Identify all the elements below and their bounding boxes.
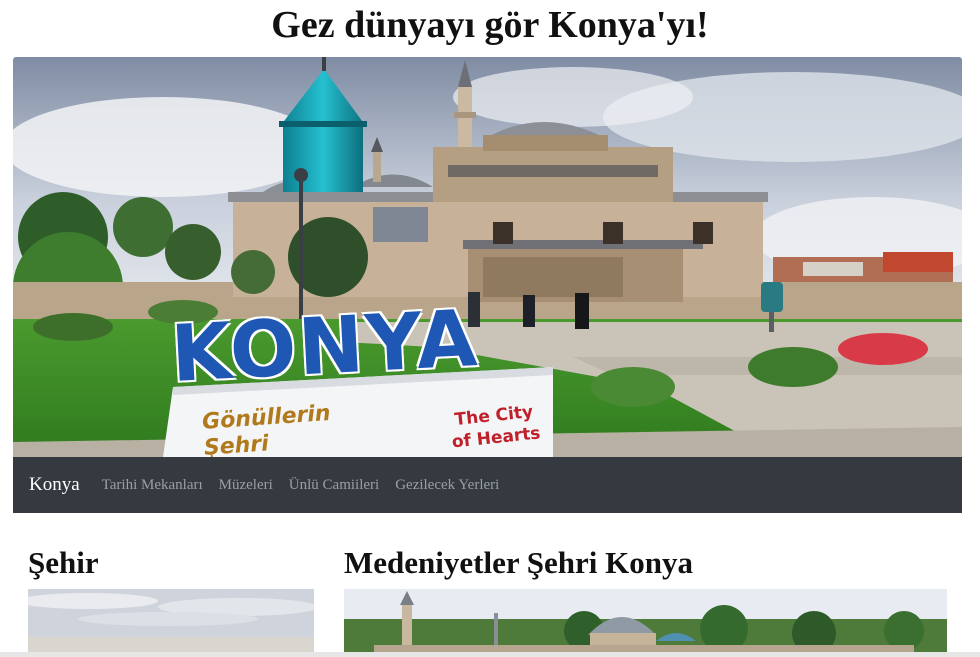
section-title-medeniyetler: Medeniyetler Şehri Konya [344, 545, 693, 580]
horizontal-scrollbar[interactable] [0, 652, 980, 657]
navbar-brand[interactable]: Konya [29, 474, 80, 496]
nav-link-tarihi-mekanlari[interactable]: Tarihi Mekanları [102, 477, 203, 494]
page-title: Gez dünyayı gör Konya'yı! [271, 4, 709, 46]
section-title-sehir: Şehir [28, 545, 99, 580]
sehir-thumbnail-image [28, 589, 314, 657]
medeniyetler-thumbnail-image [344, 589, 947, 657]
konya-sign-word: KONYA [168, 294, 482, 400]
main-navbar: Konya Tarihi Mekanları Müzeleri Ünlü Cam… [13, 457, 962, 513]
nav-link-gezilecek-yerleri[interactable]: Gezilecek Yerleri [395, 477, 499, 494]
nav-link-unlu-camiileri[interactable]: Ünlü Camiileri [289, 477, 379, 494]
nav-link-muzeleri[interactable]: Müzeleri [219, 477, 273, 494]
hero-banner-image: KONYA Gönüllerin Şehri The City of Heart… [13, 57, 962, 457]
konya-sign-tagline-left: Gönüllerin Şehri [201, 400, 332, 457]
